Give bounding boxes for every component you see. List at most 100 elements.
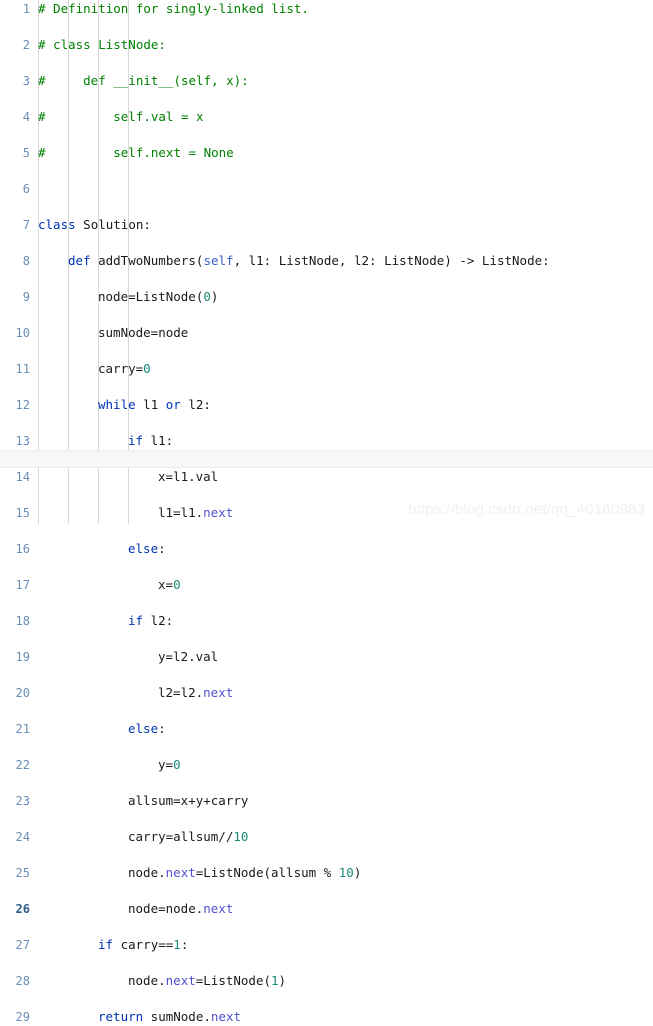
token-cm: # Definition for singly-linked list. — [38, 1, 309, 16]
code-text: return sumNode.next — [98, 1008, 241, 1026]
code-line[interactable]: 27 if carry==1: — [0, 936, 653, 954]
token-cm: # class ListNode: — [38, 37, 166, 52]
token-num: 1 — [271, 973, 279, 988]
line-number: 12 — [15, 398, 30, 412]
token-kw: class — [38, 217, 76, 232]
code-line[interactable]: 10 sumNode=node — [0, 324, 653, 342]
code-line[interactable]: 24 carry=allsum//10 — [0, 828, 653, 846]
token-pl: y= — [158, 757, 174, 772]
token-pl: =ListNode( — [195, 973, 272, 988]
line-number: 18 — [15, 614, 30, 628]
code-text: # self.next = None — [38, 144, 234, 162]
code-line[interactable]: 16 else: — [0, 540, 653, 558]
line-number: 2 — [22, 38, 30, 52]
token-pl: carry=allsum// — [128, 829, 234, 844]
token-num: 0 — [203, 289, 211, 304]
token-pl: x=l1.val — [158, 469, 219, 484]
code-line[interactable]: 3 # def __init__(self, x): — [0, 72, 653, 90]
code-text: # class ListNode: — [38, 36, 166, 54]
code-text: y=l2.val — [158, 648, 218, 666]
code-line[interactable]: 7 class Solution: — [0, 216, 653, 234]
code-text: sumNode=node — [98, 324, 188, 342]
line-number: 23 — [15, 794, 30, 808]
code-text: # self.val = x — [38, 108, 204, 126]
code-text: node.next=ListNode(allsum % 10) — [128, 864, 361, 882]
token-cm: # def __init__(self, x): — [38, 73, 249, 88]
code-line[interactable]: 26 node=node.next — [0, 900, 653, 918]
token-num: 0 — [173, 757, 181, 772]
code-text: carry=allsum//10 — [128, 828, 248, 846]
token-num: 0 — [173, 577, 181, 592]
token-pl: node. — [128, 973, 166, 988]
code-text: class Solution: — [38, 216, 151, 234]
code-text: node=node.next — [128, 900, 233, 918]
token-pl: y=l2.val — [158, 649, 219, 664]
code-line[interactable]: 22 y=0 — [0, 756, 653, 774]
token-pl: ) — [278, 973, 287, 988]
token-attr: next — [165, 973, 196, 988]
code-text: else: — [128, 540, 166, 558]
code-line[interactable]: 4 # self.val = x — [0, 108, 653, 126]
line-number: 17 — [15, 578, 30, 592]
token-attr: next — [203, 505, 234, 520]
token-pl: node. — [128, 865, 166, 880]
line-number: 27 — [15, 938, 30, 952]
token-attr: next — [203, 901, 234, 916]
token-pl: l2: — [180, 397, 211, 412]
token-kw: if — [98, 937, 114, 952]
line-number: 28 — [15, 974, 30, 988]
line-number: 21 — [15, 722, 30, 736]
line-number: 8 — [22, 254, 30, 268]
code-line[interactable]: 18 if l2: — [0, 612, 653, 630]
code-text: # def __init__(self, x): — [38, 72, 249, 90]
line-number: 13 — [15, 434, 30, 448]
token-num: 0 — [143, 361, 151, 376]
code-text: if carry==1: — [98, 936, 188, 954]
code-text: while l1 or l2: — [98, 396, 211, 414]
line-number: 15 — [15, 506, 30, 520]
code-text: node=ListNode(0) — [98, 288, 218, 306]
token-kw: if — [128, 613, 144, 628]
code-editor[interactable]: 1 # Definition for singly-linked list. 2 # … — [0, 0, 653, 1024]
code-line[interactable]: 2 # class ListNode: — [0, 36, 653, 54]
code-text: node.next=ListNode(1) — [128, 972, 286, 990]
code-line[interactable]: 14 x=l1.val — [0, 468, 653, 486]
token-pl: : — [158, 541, 166, 556]
line-number: 6 — [22, 182, 30, 196]
code-line[interactable]: 13 if l1: — [0, 432, 653, 450]
token-slf: self — [203, 253, 234, 268]
line-number: 29 — [15, 1010, 30, 1024]
code-line[interactable]: 5 # self.next = None — [0, 144, 653, 162]
code-text: if l1: — [128, 432, 173, 450]
line-number: 4 — [22, 110, 30, 124]
code-line[interactable]: 25 node.next=ListNode(allsum % 10) — [0, 864, 653, 882]
code-line[interactable]: 19 y=l2.val — [0, 648, 653, 666]
line-number: 7 — [22, 218, 30, 232]
token-pl: x= — [158, 577, 174, 592]
code-text: l2=l2.next — [158, 684, 233, 702]
line-number: 22 — [15, 758, 30, 772]
code-line[interactable]: 6 — [0, 180, 653, 198]
code-line[interactable]: 20 l2=l2.next — [0, 684, 653, 702]
code-line[interactable]: 29 return sumNode.next — [0, 1008, 653, 1026]
code-line[interactable]: 1 # Definition for singly-linked list. — [0, 0, 653, 18]
code-line[interactable]: 17 x=0 — [0, 576, 653, 594]
code-line[interactable]: 28 node.next=ListNode(1) — [0, 972, 653, 990]
code-line[interactable]: 11 carry=0 — [0, 360, 653, 378]
code-line[interactable]: 21 else: — [0, 720, 653, 738]
token-kw: while — [98, 397, 136, 412]
line-number: 9 — [22, 290, 30, 304]
token-kw: or — [165, 397, 181, 412]
line-number: 16 — [15, 542, 30, 556]
token-pl: node=ListNode( — [98, 289, 204, 304]
token-pl: : — [158, 721, 166, 736]
line-number: 14 — [15, 470, 30, 484]
code-lines[interactable]: 1 # Definition for singly-linked list. 2 # … — [0, 0, 653, 1024]
token-pl: : — [180, 937, 189, 952]
code-line[interactable]: 9 node=ListNode(0) — [0, 288, 653, 306]
token-pl: allsum=x+y+carry — [128, 793, 249, 808]
code-line[interactable]: 8 def addTwoNumbers(self, l1: ListNode, l… — [0, 252, 653, 270]
code-line[interactable]: 23 allsum=x+y+carry — [0, 792, 653, 810]
code-line[interactable]: 12 while l1 or l2: — [0, 396, 653, 414]
code-text: carry=0 — [98, 360, 151, 378]
